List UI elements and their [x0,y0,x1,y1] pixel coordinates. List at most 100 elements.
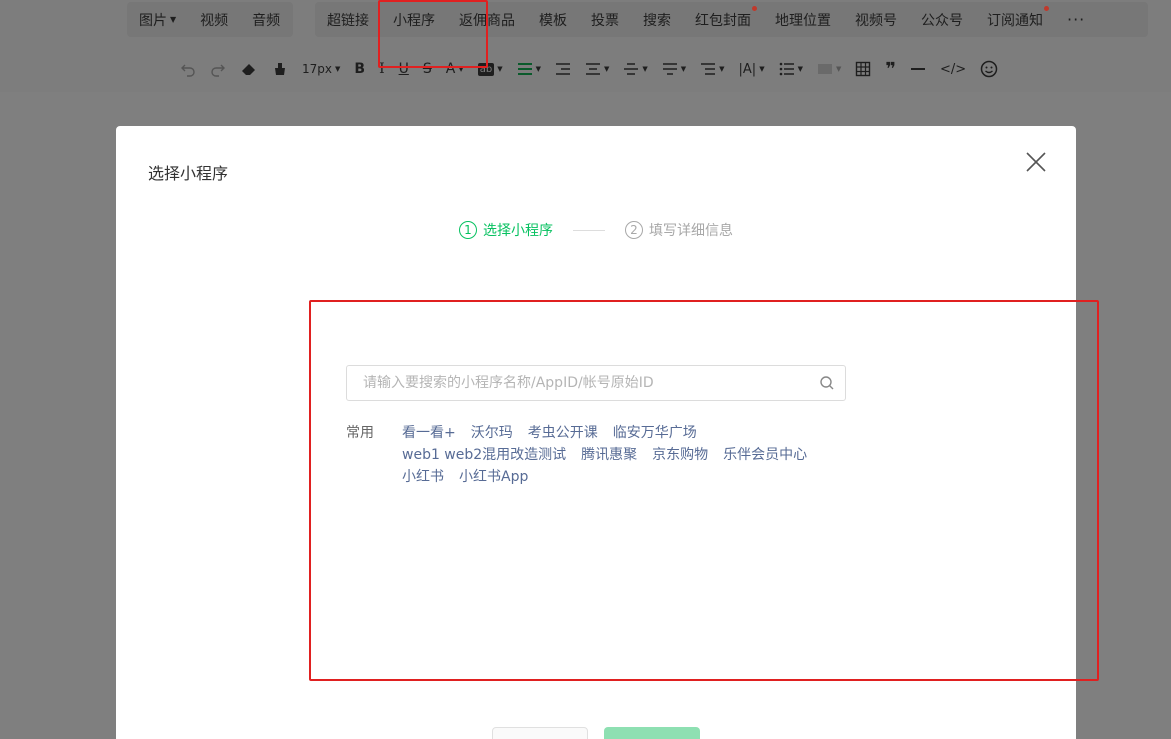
toolbar-item-search[interactable]: 搜索 [631,10,683,30]
more-icon[interactable]: ··· [1055,10,1097,29]
undo-icon[interactable] [180,61,196,77]
toolbar-item-label: 图片 [139,12,167,29]
step-select-miniprogram: 1 选择小程序 [459,220,553,240]
table-icon[interactable] [855,61,871,77]
caret-down-icon: ▼ [680,65,687,73]
notification-dot [1044,5,1049,11]
format-painter-icon[interactable] [272,61,288,77]
line-height-icon[interactable]: ▼ [623,62,648,76]
align-left-icon[interactable]: ▼ [517,62,541,76]
redo-icon[interactable] [210,61,226,77]
caret-down-icon: ▼ [719,65,725,73]
toolbar-item-channels[interactable]: 视频号 [843,10,909,30]
italic-icon[interactable]: I [379,61,385,77]
recent-item[interactable]: 小红书 [402,466,444,488]
step-number: 2 [625,221,643,239]
eraser-icon[interactable] [240,60,258,78]
recent-item[interactable]: 小红书App [459,466,528,488]
toolbar-item-label: 地理位置 [775,12,831,29]
recent-miniprograms: 常用 看一看+ 沃尔玛 考虫公开课 临安万华广场 web1 web2混用改造测试… [346,422,832,488]
toolbar-item-label: 模板 [539,12,567,29]
toolbar-item-label: 小程序 [393,12,435,29]
recent-item[interactable]: 京东购物 [652,444,708,466]
toolbar-item-video[interactable]: 视频 [188,10,240,30]
toolbar-item-label: 搜索 [643,12,671,29]
toolbar-item-label: 视频 [200,12,229,29]
miniprogram-search-box [346,365,846,401]
toolbar-item-label: 订阅通知 [987,12,1043,29]
toolbar-item-red-packet-cover[interactable]: 红包封面 [683,5,763,30]
step-label: 填写详细信息 [649,223,733,239]
font-size-select[interactable]: 17px ▼ [302,62,340,76]
code-icon[interactable]: </> [940,62,966,77]
miniprogram-search-input[interactable] [347,366,819,400]
content-insert-group: 超链接 小程序 返佣商品 模板 投票 搜索 红包封面 地理位置 视频号 公众号 … [315,2,1148,37]
toolbar-item-miniprogram[interactable]: 小程序 [381,10,447,30]
quote-icon[interactable]: ❞ [885,59,896,80]
caret-down-icon: ▼ [170,15,177,24]
recent-item[interactable]: 乐伴会员中心 [723,444,807,466]
toolbar-item-location[interactable]: 地理位置 [763,10,843,30]
caret-down-icon: ▼ [458,65,464,73]
caret-down-icon: ▼ [603,65,610,73]
strikethrough-icon[interactable]: S [423,61,432,77]
toolbar-item-label: 返佣商品 [459,12,515,29]
caret-down-icon: ▼ [642,65,648,73]
notification-dot [752,5,757,11]
indent-icon[interactable] [555,62,571,76]
step-divider [573,229,605,231]
step-indicator: 1 选择小程序 2 填写详细信息 [116,220,1076,240]
recent-item[interactable]: 看一看+ [402,422,456,444]
caret-down-icon: ▼ [335,65,341,73]
step-fill-details: 2 填写详细信息 [625,220,733,240]
cancel-button[interactable] [492,727,588,739]
next-button[interactable] [604,727,700,739]
underline-icon[interactable]: U [399,61,409,77]
toolbar-item-image[interactable]: 图片 ▼ [127,10,188,30]
recent-item[interactable]: 沃尔玛 [471,422,513,444]
toolbar-item-label: 视频号 [855,12,897,29]
caret-down-icon: ▼ [797,65,803,73]
recent-item[interactable]: 考虫公开课 [528,422,598,444]
step-label: 选择小程序 [483,223,553,239]
toolbar-item-official-account[interactable]: 公众号 [909,10,975,30]
font-color-icon[interactable]: A ▼ [446,61,464,77]
paragraph-spacing-icon[interactable]: ▼ [662,62,686,76]
recent-item[interactable]: 腾讯惠聚 [581,444,637,466]
dialog-title: 选择小程序 [148,164,229,183]
list-indent-icon[interactable]: ▼ [700,62,725,76]
bold-icon[interactable]: B [354,61,365,77]
recent-list: 看一看+ 沃尔玛 考虫公开课 临安万华广场 web1 web2混用改造测试 腾讯… [402,422,832,488]
toolbar-item-hyperlink[interactable]: 超链接 [315,10,381,30]
toolbar-item-label: 超链接 [327,12,369,29]
toolbar-item-audio[interactable]: 音频 [240,10,292,30]
caret-down-icon: ▼ [535,65,541,73]
search-icon[interactable] [819,375,835,391]
toolbar-item-label: 公众号 [921,12,963,29]
border-style-icon[interactable]: ▼ [817,62,841,76]
toolbar-item-subscribe-notice[interactable]: 订阅通知 [975,5,1055,30]
emoji-icon[interactable] [980,60,998,78]
caret-down-icon: ▼ [497,65,503,73]
close-icon[interactable] [1024,150,1048,174]
step-number: 1 [459,221,477,239]
editor-toolbar: 图片 ▼ 视频 音频 超链接 小程序 返佣商品 模板 投票 搜索 红包封面 地理位… [0,0,1171,92]
divider-icon[interactable] [910,62,926,76]
toolbar-item-label: 红包封面 [695,12,751,29]
toolbar-item-label: 音频 [252,12,281,29]
background-color-icon[interactable]: ab ▼ [477,62,503,76]
toolbar-item-vote[interactable]: 投票 [579,10,631,30]
format-toolbar: 17px ▼ B I U S A ▼ ab ▼ ▼ ▼ ▼ ▼ ▼ |A| ▼ ▼ ▼ … [180,56,1012,82]
toolbar-item-commission-goods[interactable]: 返佣商品 [447,10,527,30]
recent-item[interactable]: web1 web2混用改造测试 [402,444,566,466]
caret-down-icon: ▼ [835,65,842,73]
letter-spacing-icon[interactable]: |A| ▼ [739,62,765,77]
recent-item[interactable]: 临安万华广场 [613,422,697,444]
select-miniprogram-dialog: 选择小程序 1 选择小程序 2 填写详细信息 常用 看一看+ 沃尔玛 考虫公开课… [116,126,1076,739]
bullet-list-icon[interactable]: ▼ [779,62,803,76]
toolbar-item-template[interactable]: 模板 [527,10,579,30]
caret-down-icon: ▼ [759,65,765,73]
recent-label: 常用 [346,425,374,441]
justify-icon[interactable]: ▼ [585,62,609,76]
toolbar-item-label: 投票 [591,12,619,29]
